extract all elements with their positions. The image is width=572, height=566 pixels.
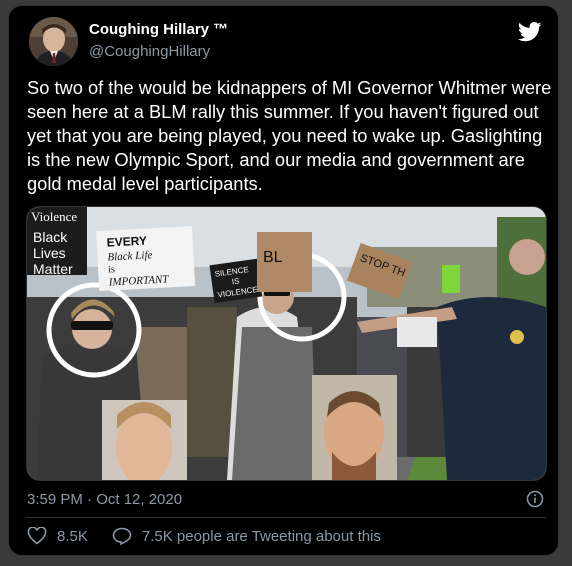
divider	[26, 517, 546, 518]
tweet-text: So two of the would be kidnappers of MI …	[27, 77, 552, 194]
info-icon[interactable]	[526, 490, 544, 508]
like-button[interactable]: 8.5K	[27, 527, 88, 545]
sign-violence: Violence Black Lives Matter	[27, 207, 87, 277]
comment-icon	[112, 527, 132, 545]
tweeting-about-text: 7.5K people are Tweeting about this	[141, 527, 381, 545]
svg-text:BL: BL	[263, 249, 283, 266]
svg-text:Black Life: Black Life	[107, 249, 153, 263]
tweet-photo[interactable]: Violence Black Lives Matter EVERY Black …	[26, 206, 547, 481]
sign-bl: BL	[257, 232, 312, 292]
display-name[interactable]: Coughing Hillary ™	[89, 21, 228, 38]
protest-photo: Violence Black Lives Matter EVERY Black …	[27, 207, 546, 480]
svg-text:Lives: Lives	[33, 245, 66, 261]
twitter-bird-icon[interactable]	[518, 21, 542, 43]
avatar-image	[29, 17, 78, 66]
sign-every-black-life: EVERY Black Life is IMPORTANT	[96, 226, 196, 292]
svg-text:Matter: Matter	[33, 261, 73, 277]
heart-icon	[27, 527, 47, 545]
svg-text:Black: Black	[33, 229, 68, 245]
svg-text:Violence: Violence	[31, 209, 77, 224]
tweet-timestamp[interactable]: 3:59 PM · Oct 12, 2020	[27, 491, 182, 508]
tweet-actions: 8.5K 7.5K people are Tweeting about this	[27, 527, 381, 545]
tweeting-about-link[interactable]: 7.5K people are Tweeting about this	[112, 527, 381, 545]
svg-text:EVERY: EVERY	[106, 233, 147, 249]
tweet-card: Coughing Hillary ™ @CoughingHillary So t…	[8, 5, 559, 556]
svg-text:IS: IS	[231, 276, 240, 286]
user-handle[interactable]: @CoughingHillary	[89, 43, 210, 60]
svg-text:is: is	[108, 264, 115, 275]
avatar[interactable]	[29, 17, 78, 66]
sign-silence-is-violence: SILENCE IS VIOLENCE	[209, 258, 263, 304]
like-count: 8.5K	[57, 527, 88, 545]
